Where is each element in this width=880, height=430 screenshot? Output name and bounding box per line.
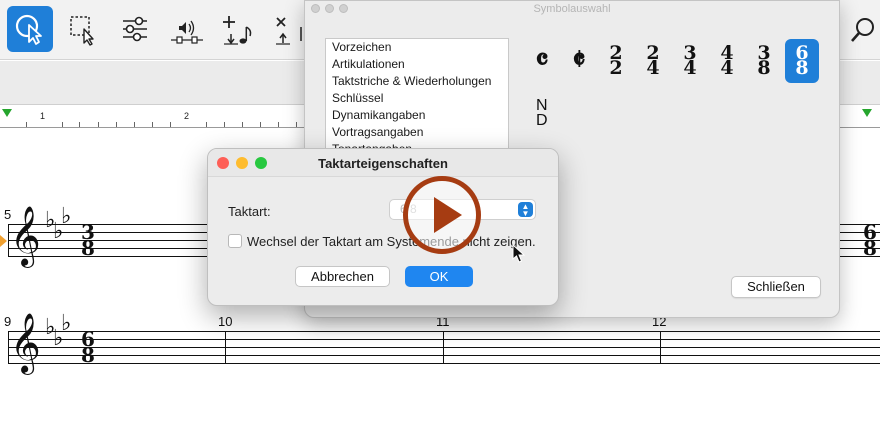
playback-button[interactable]: [164, 6, 210, 52]
flat-icon: ♭: [61, 311, 72, 336]
search-button[interactable]: [846, 6, 880, 52]
cut-time-symbol[interactable]: 𝄵: [562, 41, 596, 81]
dialog-titlebar: Taktarteigenschaften: [208, 149, 558, 177]
hide-change-checkbox-label[interactable]: Wechsel der Taktart am Systemende nicht …: [247, 234, 536, 249]
category-item[interactable]: Schlüssel: [326, 90, 508, 107]
time-signature-label: Taktart:: [228, 204, 271, 219]
ok-button[interactable]: OK: [405, 266, 473, 287]
time-symbol-2-4[interactable]: 24: [636, 41, 670, 81]
time-symbol-6-8-selected[interactable]: 68: [785, 39, 819, 83]
category-item[interactable]: Dynamikangaben: [326, 107, 508, 124]
time-symbol-3-8[interactable]: 38: [747, 41, 781, 81]
ruler-mark: 2: [184, 111, 190, 121]
select-tool-button[interactable]: [7, 6, 53, 52]
barline[interactable]: [660, 331, 661, 364]
common-time-symbol[interactable]: 𝄴: [525, 41, 559, 81]
measure-number: 10: [218, 314, 233, 329]
add-note-button[interactable]: [216, 6, 262, 52]
barline[interactable]: [443, 331, 444, 364]
hide-change-checkbox[interactable]: [228, 234, 242, 248]
custom-time-symbol[interactable]: ND: [536, 98, 548, 129]
flat-icon: ♭: [61, 204, 72, 229]
sliders-icon: [123, 16, 147, 42]
category-item[interactable]: Vorzeichen: [326, 39, 508, 56]
dialog-title: Taktarteigenschaften: [318, 156, 448, 171]
selection-arrow-icon: [0, 235, 7, 247]
category-item[interactable]: Vortragsangaben: [326, 124, 508, 141]
marquee-select-button[interactable]: [60, 6, 106, 52]
treble-clef-icon: 𝄞: [10, 313, 41, 373]
time-signature[interactable]: 38: [79, 222, 97, 258]
cancel-button[interactable]: Abbrechen: [295, 266, 390, 287]
mouse-cursor-icon: [512, 244, 526, 263]
video-play-button[interactable]: [403, 176, 481, 254]
barline[interactable]: [225, 331, 226, 364]
search-icon: [851, 18, 874, 42]
time-symbol-3-4[interactable]: 34: [673, 41, 707, 81]
chevron-up-down-icon: ▲ ▼: [518, 202, 533, 218]
marquee-icon: [70, 16, 94, 46]
treble-clef-icon: 𝄞: [10, 206, 41, 266]
add-note-icon: [223, 16, 252, 45]
pointer-icon: [15, 14, 42, 45]
speaker-icon: [171, 20, 203, 44]
left-margin-marker-icon[interactable]: [2, 109, 12, 117]
time-signature[interactable]: 68: [79, 329, 97, 365]
right-margin-marker-icon[interactable]: [862, 109, 872, 117]
ruler-mark: 1: [40, 111, 46, 121]
play-icon: [434, 197, 462, 233]
time-symbol-4-4[interactable]: 44: [710, 41, 744, 81]
category-item[interactable]: Artikulationen: [326, 56, 508, 73]
time-signature-dialog: Taktarteigenschaften Taktart: 6/8 ▲▼ Wec…: [207, 148, 559, 306]
courtesy-time-signature[interactable]: 68: [861, 222, 879, 258]
category-item[interactable]: Taktstriche & Wiederholungen: [326, 73, 508, 90]
time-symbol-2-2[interactable]: 22: [599, 41, 633, 81]
close-palette-button[interactable]: Schließen: [731, 276, 821, 298]
mixer-button[interactable]: [112, 6, 158, 52]
palette-title: Symbolauswahl: [533, 3, 611, 15]
